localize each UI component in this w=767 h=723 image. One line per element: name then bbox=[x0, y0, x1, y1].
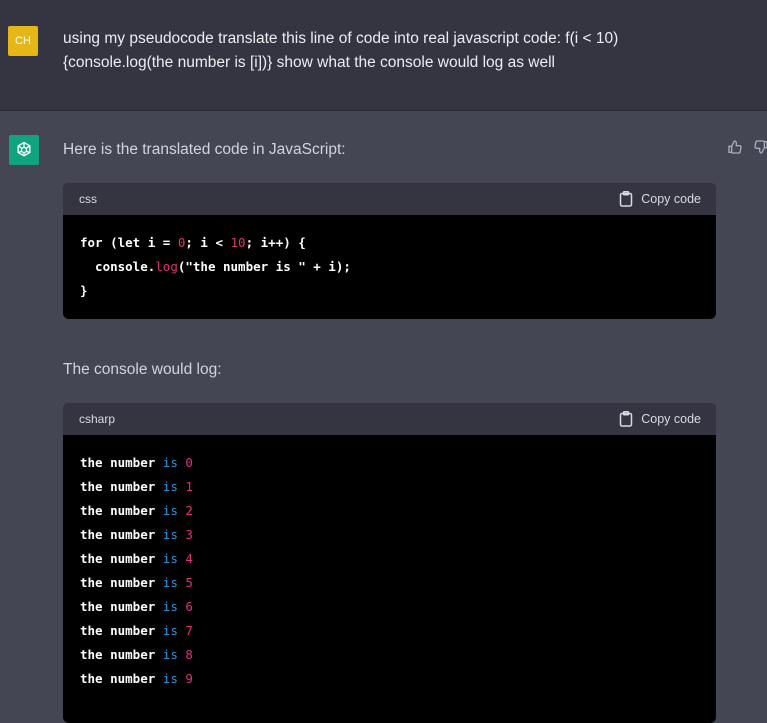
code-content: the number is 0 the number is 1 the numb… bbox=[63, 435, 716, 707]
code-language-label: css bbox=[79, 192, 97, 206]
output-line: the number is 0 bbox=[80, 455, 193, 470]
code-header: css Copy code bbox=[63, 183, 716, 215]
user-avatar-initials: CH bbox=[15, 35, 31, 47]
output-line: the number is 8 bbox=[80, 647, 193, 662]
thumbs-down-icon[interactable] bbox=[753, 139, 767, 155]
code-language-label: csharp bbox=[79, 412, 116, 426]
user-avatar: CH bbox=[8, 26, 38, 56]
user-message-row: CH using my pseudocode translate this li… bbox=[0, 0, 767, 111]
code-block-javascript: css Copy code for (let i = 0; i < 10; i+… bbox=[63, 183, 716, 319]
output-line: the number is 3 bbox=[80, 527, 193, 542]
output-line: the number is 7 bbox=[80, 623, 193, 638]
code-line: } bbox=[80, 283, 88, 298]
copy-code-button[interactable]: Copy code bbox=[619, 191, 701, 207]
assistant-avatar bbox=[9, 135, 39, 165]
code-block-console-output: csharp Copy code the number is 0 the num… bbox=[63, 403, 716, 723]
copy-code-label: Copy code bbox=[641, 412, 701, 426]
clipboard-icon bbox=[619, 191, 633, 207]
openai-logo-icon bbox=[17, 141, 31, 157]
output-line: the number is 6 bbox=[80, 599, 193, 614]
copy-code-label: Copy code bbox=[641, 192, 701, 206]
thumbs-up-icon[interactable] bbox=[727, 139, 743, 155]
code-header: csharp Copy code bbox=[63, 403, 716, 435]
output-line: the number is 5 bbox=[80, 575, 193, 590]
assistant-message-row: Here is the translated code in JavaScrip… bbox=[0, 111, 767, 723]
code-content: for (let i = 0; i < 10; i++) { console.l… bbox=[63, 215, 716, 319]
console-intro-text: The console would log: bbox=[63, 361, 222, 378]
feedback-buttons bbox=[727, 139, 767, 155]
clipboard-icon bbox=[619, 411, 633, 427]
copy-code-button[interactable]: Copy code bbox=[619, 411, 701, 427]
output-line: the number is 9 bbox=[80, 671, 193, 686]
output-line: the number is 1 bbox=[80, 479, 193, 494]
code-line: console.log("the number is " + i); bbox=[80, 259, 351, 274]
assistant-intro-text: Here is the translated code in JavaScrip… bbox=[63, 141, 346, 158]
code-line: for (let i = 0; i < 10; i++) { bbox=[80, 235, 306, 250]
output-line: the number is 2 bbox=[80, 503, 193, 518]
user-message-text: using my pseudocode translate this line … bbox=[63, 30, 619, 71]
output-line: the number is 4 bbox=[80, 551, 193, 566]
